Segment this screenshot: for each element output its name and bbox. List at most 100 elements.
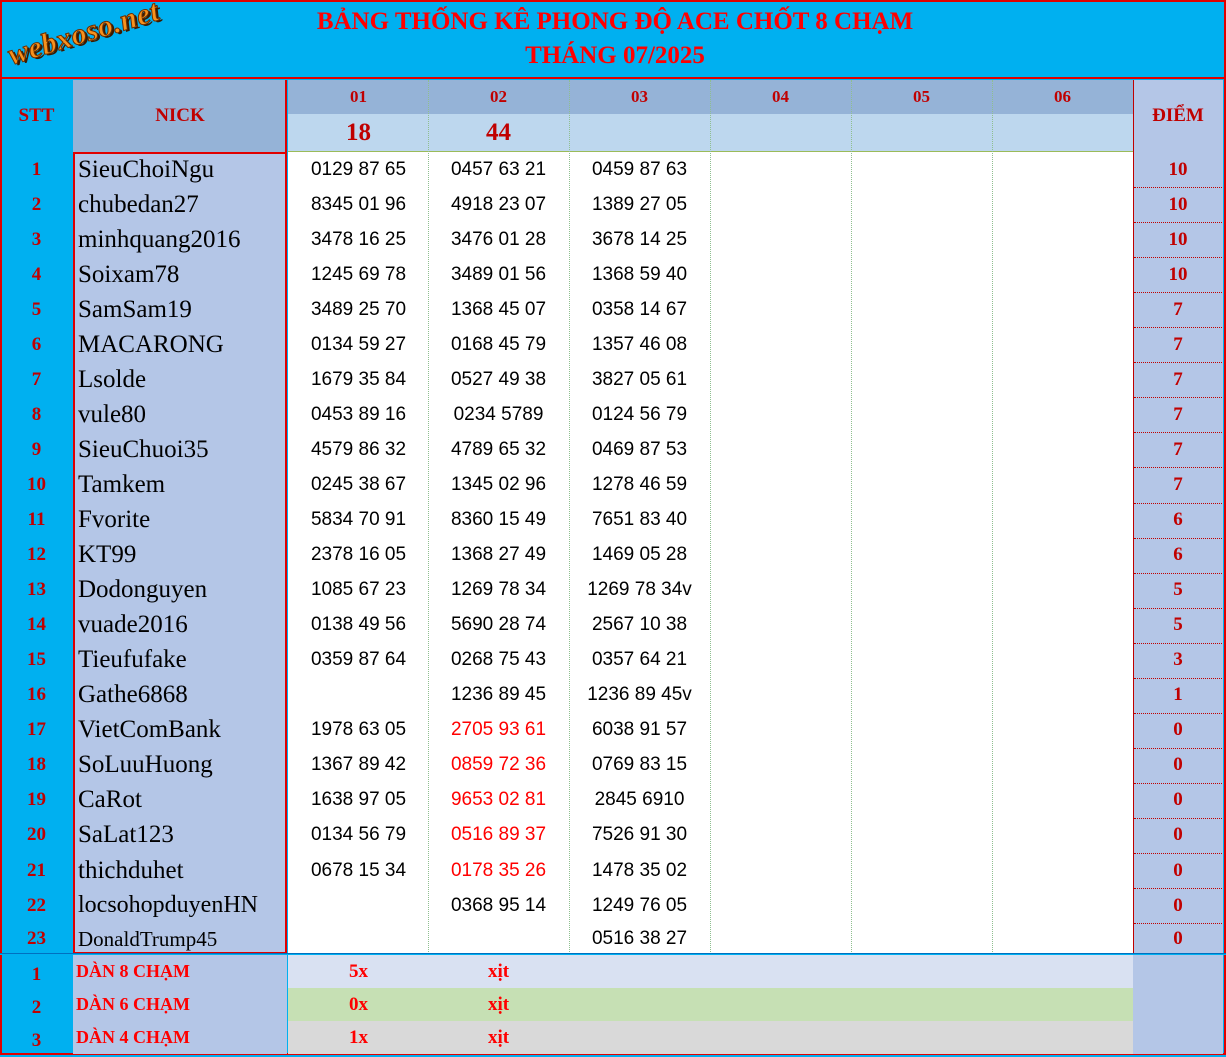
summary-label: DÀN 4 CHẠM: [76, 1027, 190, 1047]
row-pick: 0527 49 38: [450, 368, 547, 390]
row-pick: 1236 89 45: [450, 684, 547, 706]
summary-label: DÀN 8 CHẠM: [76, 961, 190, 981]
row-pick: 0457 63 21: [450, 158, 547, 180]
row-nick: thichduhet: [78, 856, 184, 884]
row-pick: 7651 83 40: [591, 509, 688, 531]
row-points: 7: [1173, 333, 1183, 355]
row-points: 0: [1173, 754, 1183, 776]
row-points: 7: [1173, 438, 1183, 460]
row-nick: MACARONG: [78, 330, 224, 358]
row-pick: 1236 89 45v: [587, 684, 692, 706]
summary-value: 1x: [349, 1026, 368, 1048]
row-pick: 1478 35 02: [591, 859, 688, 881]
row-nick: SoLuuHuong: [78, 751, 213, 779]
day-result-04: [710, 114, 851, 152]
row-stt: 12: [27, 544, 46, 566]
row-pick: 6038 91 57: [591, 719, 688, 741]
row-nick: Tieufufake: [78, 646, 187, 674]
row-stt: 22: [27, 894, 46, 916]
row-stt: 17: [27, 719, 46, 741]
row-pick: 5690 28 74: [450, 614, 547, 636]
day-result-06: [992, 114, 1133, 152]
row-pick: 3678 14 25: [591, 228, 688, 250]
row-pick: 0769 83 15: [591, 754, 688, 776]
row-pick: 5834 70 91: [310, 509, 407, 531]
row-pick: 4918 23 07: [450, 193, 547, 215]
row-points: 7: [1173, 298, 1183, 320]
row-pick: 0268 75 43: [450, 649, 547, 671]
day-result-01: 18: [346, 119, 371, 146]
row-stt: 1: [31, 158, 42, 180]
row-pick: 1085 67 23: [310, 579, 407, 601]
row-pick: 0859 72 36: [450, 754, 547, 776]
row-pick: 3476 01 28: [450, 228, 547, 250]
row-nick: KT99: [78, 541, 137, 569]
summary-points-bg: [1133, 1021, 1223, 1054]
points-divider: [1134, 747, 1222, 749]
row-pick: 4579 86 32: [310, 438, 407, 460]
points-divider: [1134, 853, 1222, 854]
row-nick: Gathe6868: [78, 681, 188, 709]
summary-value: xịt: [487, 993, 510, 1015]
points-divider: [1134, 923, 1222, 925]
row-nick: SieuChuoi35: [78, 435, 209, 463]
row-pick: 0359 87 64: [310, 649, 407, 671]
summary-points-bg: [1133, 955, 1223, 988]
row-pick: 9653 02 81: [450, 789, 547, 811]
row-stt: 21: [27, 859, 46, 881]
points-divider: [1134, 467, 1222, 469]
points-divider: [1134, 677, 1222, 679]
nick-header: NICK: [155, 105, 205, 126]
row-stt: 13: [27, 579, 46, 601]
row-points: 10: [1168, 263, 1188, 285]
row-points: 5: [1173, 579, 1183, 601]
row-pick: 1278 46 59: [591, 473, 688, 495]
day-result-02: 44: [486, 119, 511, 146]
row-pick: 1638 97 05: [310, 789, 407, 811]
row-nick: Lsolde: [78, 365, 147, 393]
points-divider: [1134, 572, 1222, 574]
page-title: BẢNG THỐNG KÊ PHONG ĐỘ ACE CHỐT 8 CHẠM: [316, 8, 914, 35]
row-stt: 3: [31, 228, 42, 250]
points-divider: [1134, 642, 1222, 644]
row-nick: Dodonguyen: [78, 576, 208, 604]
row-pick: 2845 6910: [594, 789, 685, 811]
day-header-01: 01: [350, 87, 367, 106]
row-stt: 6: [31, 333, 42, 355]
summary-label: DÀN 6 CHẠM: [76, 994, 190, 1014]
summary-stt: 2: [31, 996, 42, 1018]
row-nick: SamSam19: [78, 295, 192, 323]
row-pick: 0124 56 79: [591, 403, 688, 425]
row-stt: 14: [27, 614, 46, 636]
row-pick: 1978 63 05: [310, 719, 407, 741]
row-stt: 20: [27, 824, 46, 846]
column-divider: [851, 80, 852, 954]
points-divider: [1134, 888, 1222, 890]
points-divider: [1134, 187, 1222, 189]
row-pick: 1368 59 40: [591, 263, 688, 285]
title-divider: [0, 77, 1226, 79]
row-stt: 4: [31, 263, 42, 285]
points-header: ĐIỂM: [1152, 105, 1204, 126]
summary-value: xịt: [487, 960, 510, 982]
row-pick: 1368 27 49: [450, 544, 547, 566]
row-points: 10: [1168, 228, 1188, 250]
row-nick: VietComBank: [78, 716, 221, 744]
day-header-05: 05: [913, 87, 930, 106]
row-pick: 3827 05 61: [591, 368, 688, 390]
row-pick: 7526 91 30: [591, 824, 688, 846]
row-pick: 3478 16 25: [310, 228, 407, 250]
row-points: 0: [1173, 928, 1183, 950]
summary-value: xịt: [487, 1026, 510, 1048]
day-result-05: [851, 114, 992, 152]
row-pick: 0245 38 67: [310, 473, 407, 495]
points-divider: [1134, 817, 1222, 819]
points-divider: [1134, 432, 1222, 434]
row-pick: 0358 14 67: [591, 298, 688, 320]
row-pick: 1269 78 34: [450, 579, 547, 601]
row-stt: 10: [27, 473, 46, 495]
row-pick: [288, 923, 429, 955]
points-divider: [1134, 222, 1222, 224]
row-pick: 3489 01 56: [450, 263, 547, 285]
row-pick: 2705 93 61: [450, 719, 547, 741]
